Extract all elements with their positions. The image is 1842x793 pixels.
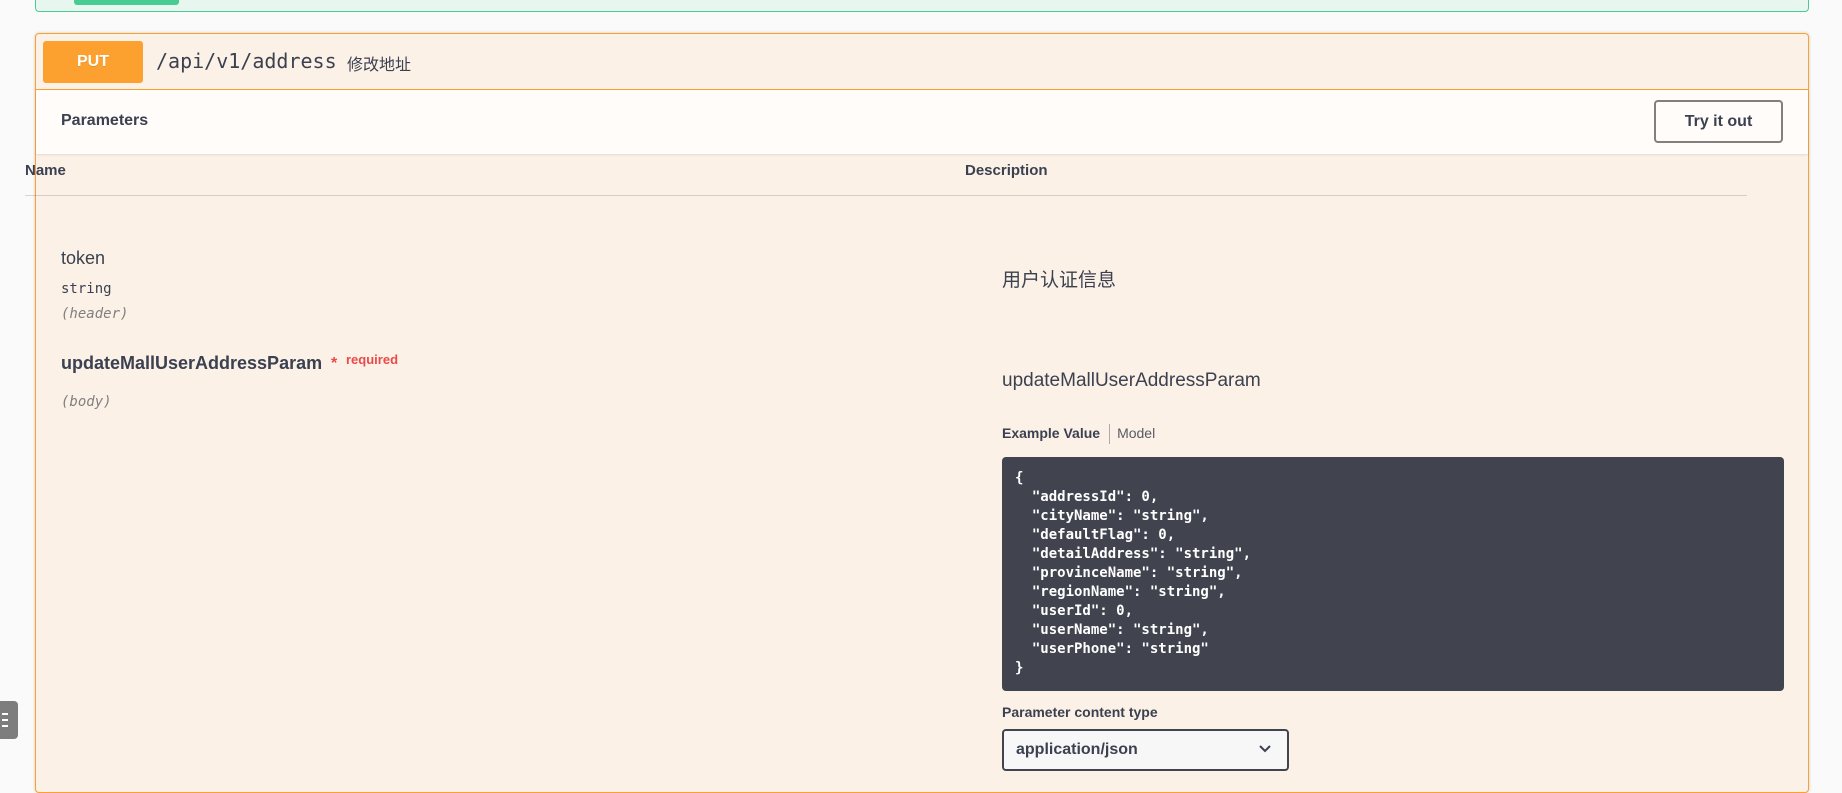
operation-summary-text: 修改地址 (347, 57, 412, 74)
param-description-token: 用户认证信息 (1002, 270, 1117, 291)
param-location-token: (header) (61, 306, 129, 322)
tab-divider (1109, 424, 1111, 445)
parameters-header: Parameters Try it out (36, 90, 1808, 154)
content-type-select[interactable]: application/json (1002, 729, 1289, 771)
tab-example-value[interactable]: Example Value (1002, 422, 1100, 444)
content-type-label: Parameter content type (1002, 704, 1158, 720)
column-header-name: Name (25, 162, 66, 179)
content-type-value: application/json (1016, 741, 1138, 758)
example-value-code: { "addressId": 0, "cityName": "string", … (1002, 457, 1784, 691)
required-label: required (346, 352, 399, 367)
param-type-token: string (61, 281, 112, 297)
previous-execute-button[interactable] (74, 0, 179, 5)
menu-icon[interactable] (0, 701, 18, 739)
param-name-body: updateMallUserAddressParam (61, 353, 323, 373)
param-description-body: updateMallUserAddressParam (1002, 370, 1261, 391)
http-method-badge[interactable]: PUT (43, 41, 143, 83)
previous-operation-block (35, 0, 1809, 12)
required-star: * (331, 355, 338, 372)
param-name-token: token (61, 248, 106, 268)
example-model-tabs: Example Value Model (1002, 422, 1155, 445)
chevron-down-icon (1259, 745, 1271, 753)
operation-summary[interactable]: PUT /api/v1/address 修改地址 (36, 34, 1808, 90)
tab-model[interactable]: Model (1117, 422, 1155, 444)
parameters-title: Parameters (61, 112, 149, 129)
try-it-out-button[interactable]: Try it out (1654, 100, 1783, 143)
operation-path[interactable]: /api/v1/address (156, 49, 337, 73)
parameters-table-header: Name Description (25, 162, 1747, 196)
param-location-body: (body) (61, 394, 112, 410)
column-header-description: Description (965, 162, 1048, 179)
